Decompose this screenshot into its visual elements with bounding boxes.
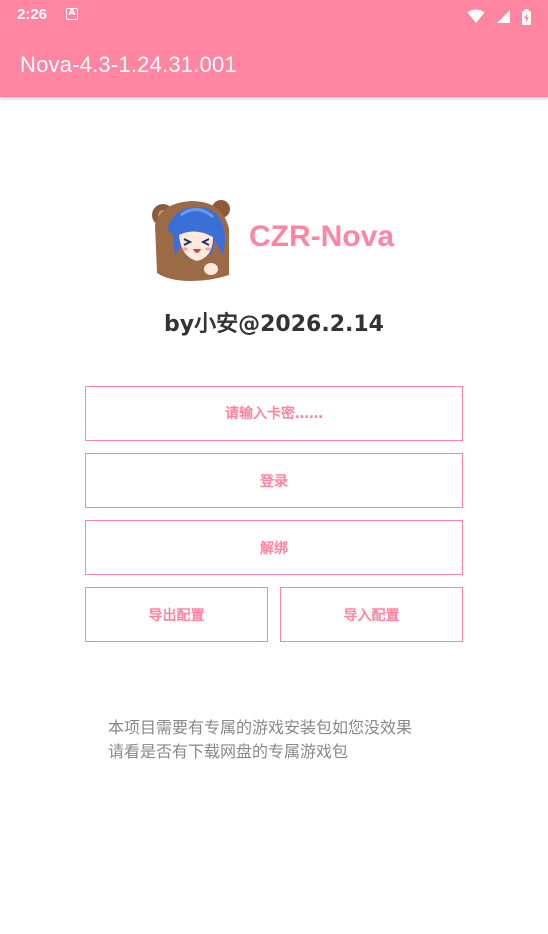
app-bar: 2:26 A Nova-4.3-1.24.31.001 (0, 0, 548, 97)
card-key-input[interactable] (86, 386, 462, 441)
anime-character-logo-icon (152, 200, 230, 281)
card-key-input-box[interactable] (85, 386, 463, 441)
brand-title: CZR-Nova (249, 220, 395, 253)
unbind-button[interactable]: 解绑 (85, 520, 463, 575)
logo-image (151, 195, 237, 281)
notice-line-1: 本项目需要有专属的游戏安装包如您没效果 (108, 718, 413, 737)
notification-icon: A (66, 8, 78, 20)
app-title: Nova-4.3-1.24.31.001 (20, 52, 237, 77)
signal-icon (496, 10, 510, 23)
notice-text: 本项目需要有专属的游戏安装包如您没效果 请看是否有下载网盘的专属游戏包 (108, 716, 488, 764)
export-config-button[interactable]: 导出配置 (85, 587, 268, 642)
wifi-icon (467, 9, 485, 23)
status-time: 2:26 (17, 6, 48, 23)
status-bar: 2:26 A (0, 0, 548, 32)
system-icons (461, 6, 531, 25)
import-config-button[interactable]: 导入配置 (280, 587, 463, 642)
battery-charging-icon (522, 8, 531, 25)
login-button[interactable]: 登录 (85, 453, 463, 508)
notice-line-2: 请看是否有下载网盘的专属游戏包 (108, 742, 349, 761)
author-byline: by小安@2026.2.14 (164, 312, 384, 337)
